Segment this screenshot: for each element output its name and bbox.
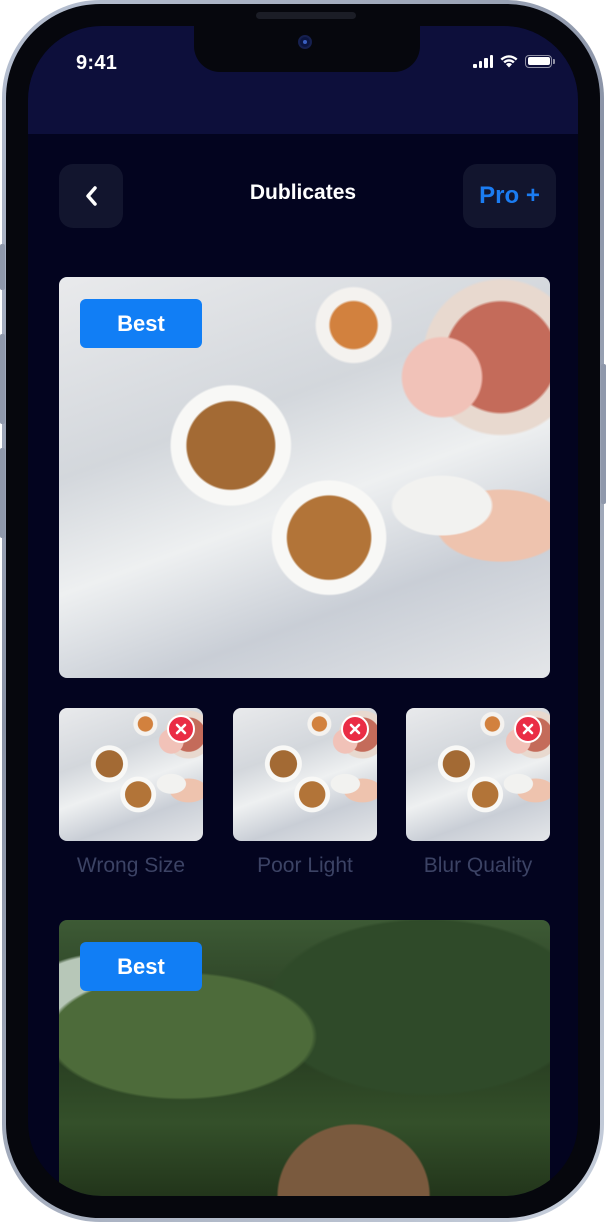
notch	[194, 26, 420, 72]
battery-icon	[525, 54, 555, 68]
duplicate-thumb-2[interactable]	[233, 708, 377, 841]
app-screen: 9:41 Dublicates Pro + Best Wrong Size Po…	[28, 26, 578, 1196]
speaker-grille	[256, 12, 356, 19]
status-icons	[473, 54, 555, 68]
volume-down-button	[0, 448, 5, 538]
reject-x-icon[interactable]	[514, 715, 542, 743]
mute-switch	[0, 244, 5, 290]
volume-up-button	[0, 334, 5, 424]
duplicate-thumb-3[interactable]	[406, 708, 550, 841]
reject-x-icon[interactable]	[341, 715, 369, 743]
phone-bezel: 9:41 Dublicates Pro + Best Wrong Size Po…	[6, 4, 600, 1218]
best-badge: Best	[80, 942, 202, 991]
pro-upgrade-button[interactable]: Pro +	[463, 164, 556, 228]
reject-x-icon[interactable]	[167, 715, 195, 743]
status-time: 9:41	[76, 52, 118, 74]
best-photo-forest[interactable]: Best	[59, 920, 550, 1196]
duplicate-thumb-1[interactable]	[59, 708, 203, 841]
front-camera-icon	[298, 35, 312, 49]
power-button	[601, 364, 606, 504]
duplicate-label-1: Wrong Size	[76, 854, 186, 877]
best-badge: Best	[80, 299, 202, 348]
cellular-signal-icon	[473, 54, 493, 68]
status-bar: 9:41	[28, 26, 578, 134]
best-photo-breakfast[interactable]: Best	[59, 277, 550, 678]
phone-frame: 9:41 Dublicates Pro + Best Wrong Size Po…	[2, 0, 604, 1222]
duplicate-label-2: Poor Light	[257, 854, 353, 877]
wifi-icon	[500, 55, 518, 68]
duplicate-label-3: Blur Quality	[423, 854, 533, 877]
